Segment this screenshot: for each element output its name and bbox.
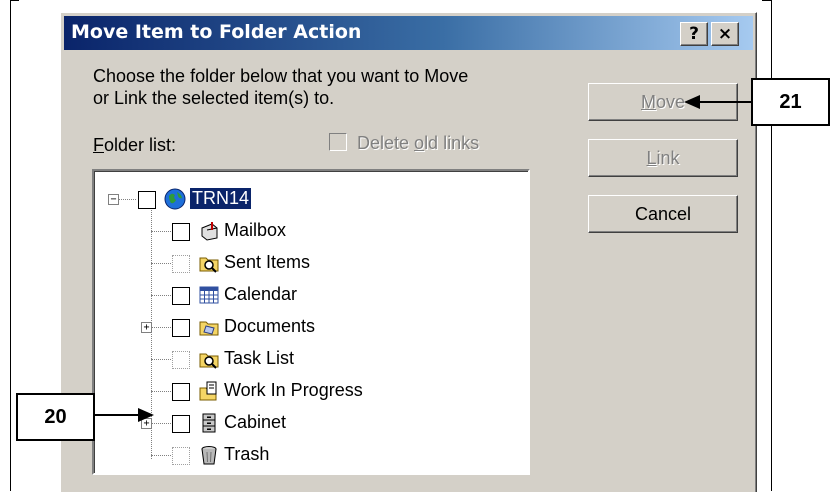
sent-items-checkbox[interactable] bbox=[172, 255, 190, 273]
folder-list-accesskey: F bbox=[93, 135, 104, 155]
collapse-root-toggle[interactable]: − bbox=[108, 194, 119, 205]
instruction-text: Choose the folder below that you want to… bbox=[93, 65, 523, 109]
calendar-label: Calendar bbox=[224, 284, 298, 304]
folder-list-label: Folder list: bbox=[93, 135, 176, 156]
folder-tree[interactable]: − TRN14 Mailbox Sent Items Calendar + Do… bbox=[92, 169, 530, 475]
cabinet-checkbox[interactable] bbox=[172, 415, 190, 433]
mailbox-label: Mailbox bbox=[224, 220, 287, 240]
tree-connector bbox=[151, 359, 171, 360]
sent-items-icon bbox=[198, 252, 219, 273]
root-checkbox[interactable] bbox=[138, 191, 156, 209]
tree-node-task-list[interactable]: Task List bbox=[172, 347, 392, 371]
calendar-checkbox[interactable] bbox=[172, 287, 190, 305]
mailbox-icon bbox=[198, 220, 218, 241]
tree-connector bbox=[151, 231, 171, 232]
documents-icon bbox=[198, 316, 219, 336]
close-button[interactable]: × bbox=[711, 22, 739, 46]
help-button[interactable]: ? bbox=[680, 22, 708, 46]
documents-checkbox[interactable] bbox=[172, 319, 190, 337]
delete-old-links-box[interactable] bbox=[329, 133, 347, 151]
calendar-icon bbox=[198, 284, 219, 304]
trash-label: Trash bbox=[224, 444, 270, 464]
documents-label: Documents bbox=[224, 316, 316, 336]
tree-connector bbox=[151, 423, 171, 424]
task-list-checkbox[interactable] bbox=[172, 351, 190, 369]
callout-20: 20 bbox=[16, 393, 95, 441]
delete-old-links-label: Delete old links bbox=[357, 133, 480, 153]
tree-node-cabinet[interactable]: Cabinet bbox=[172, 411, 392, 435]
cancel-button[interactable]: Cancel bbox=[588, 195, 738, 233]
cabinet-icon bbox=[198, 412, 218, 433]
tree-connector bbox=[118, 199, 136, 200]
trash-icon bbox=[198, 444, 218, 465]
cabinet-label: Cabinet bbox=[224, 412, 287, 432]
callout-20-arrow-line bbox=[93, 414, 141, 416]
delete-old-links-checkbox[interactable]: Delete old links bbox=[329, 133, 479, 154]
instruction-line-2: or Link the selected item(s) to. bbox=[93, 88, 335, 108]
trash-checkbox[interactable] bbox=[172, 447, 190, 465]
tree-node-work-in-progress[interactable]: Work In Progress bbox=[172, 379, 412, 403]
root-label: TRN14 bbox=[190, 188, 252, 209]
callout-21-arrow-line bbox=[697, 101, 751, 103]
frame-left-border bbox=[10, 0, 11, 491]
instruction-line-1: Choose the folder below that you want to… bbox=[93, 66, 469, 86]
arrow-right-icon bbox=[138, 408, 154, 422]
tree-node-calendar[interactable]: Calendar bbox=[172, 283, 392, 307]
tree-node-sent-items[interactable]: Sent Items bbox=[172, 251, 392, 275]
work-in-progress-label: Work In Progress bbox=[224, 380, 363, 400]
dialog-title: Move Item to Folder Action bbox=[71, 21, 362, 43]
move-item-dialog: Move Item to Folder Action ? × Choose th… bbox=[60, 12, 757, 492]
link-button[interactable]: Link bbox=[588, 139, 738, 177]
work-in-progress-icon bbox=[198, 380, 218, 401]
tree-node-root[interactable]: TRN14 bbox=[138, 187, 358, 211]
tree-connector bbox=[151, 455, 171, 456]
globe-icon bbox=[164, 188, 186, 210]
frame-top-tick-right bbox=[762, 0, 771, 1]
tree-connector bbox=[151, 295, 171, 296]
expand-documents-toggle[interactable]: + bbox=[141, 322, 152, 333]
tree-node-documents[interactable]: Documents bbox=[172, 315, 392, 339]
work-in-progress-checkbox[interactable] bbox=[172, 383, 190, 401]
arrow-left-icon bbox=[684, 95, 700, 109]
folder-list-label-rest: older list: bbox=[104, 135, 177, 155]
frame-top-tick-left bbox=[10, 0, 19, 1]
tree-node-mailbox[interactable]: Mailbox bbox=[172, 219, 392, 243]
callout-21: 21 bbox=[751, 78, 830, 126]
tree-connector bbox=[151, 263, 171, 264]
sent-items-label: Sent Items bbox=[224, 252, 311, 272]
frame-right-border bbox=[771, 0, 772, 491]
mailbox-checkbox[interactable] bbox=[172, 223, 190, 241]
tree-connector bbox=[151, 391, 171, 392]
task-list-label: Task List bbox=[224, 348, 295, 368]
tree-connector bbox=[151, 327, 171, 328]
task-list-icon bbox=[198, 348, 219, 369]
tree-node-trash[interactable]: Trash bbox=[172, 443, 392, 467]
title-bar[interactable]: Move Item to Folder Action ? × bbox=[64, 16, 753, 50]
